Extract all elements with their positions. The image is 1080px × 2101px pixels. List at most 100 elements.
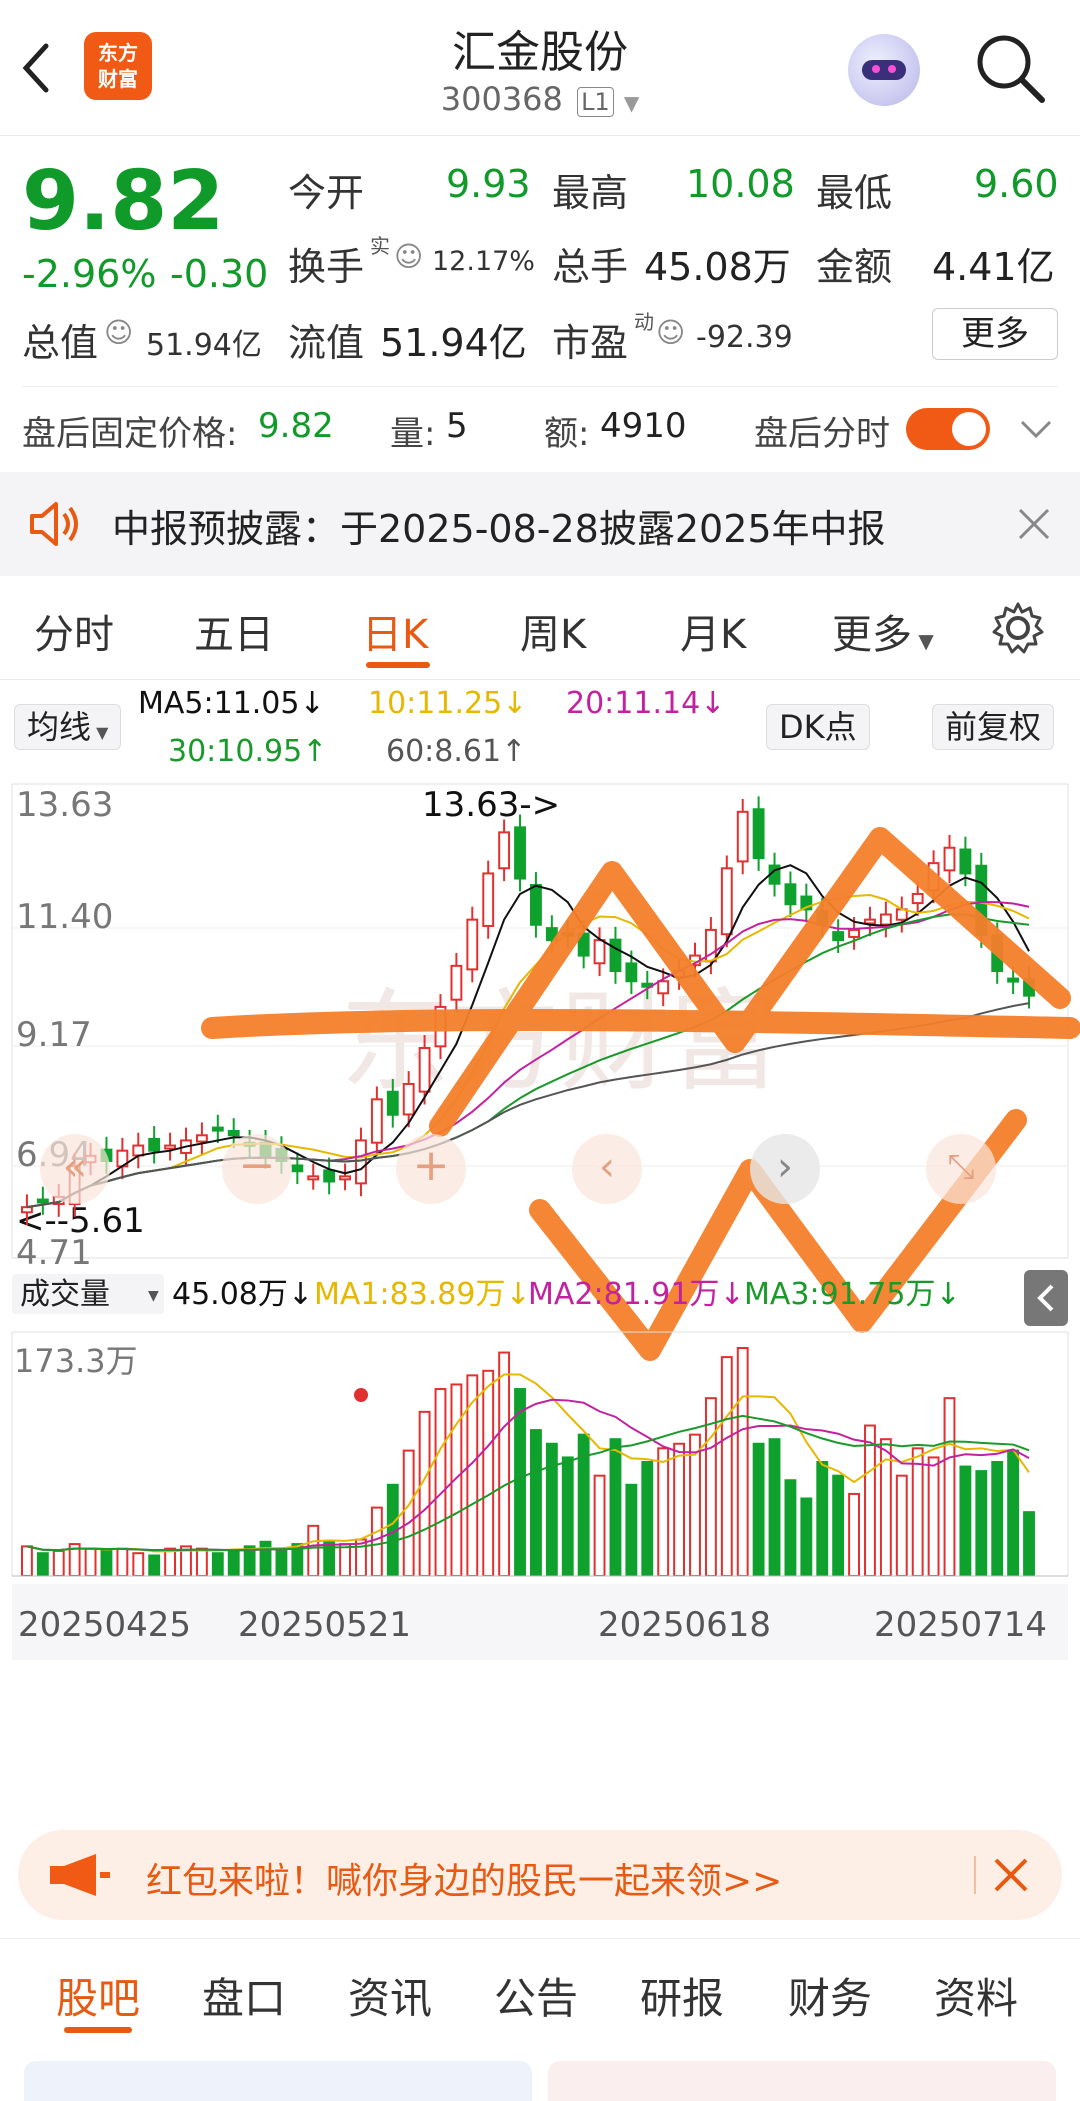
candle-body (291, 1164, 304, 1173)
volume-bar (116, 1547, 129, 1578)
low-value: 9.60 (974, 162, 1059, 206)
tab-announcements[interactable]: 公告 (494, 1965, 578, 2026)
volume-bar (673, 1442, 686, 1578)
volume-bar (402, 1449, 415, 1577)
candle-body (720, 867, 733, 936)
post-card[interactable] (24, 2061, 532, 2101)
volume-bar (943, 1397, 956, 1577)
search-icon[interactable] (972, 30, 1048, 106)
after-hours-toggle[interactable] (906, 408, 990, 450)
volume-bar (259, 1540, 272, 1577)
info-icon[interactable]: ☺ (656, 316, 685, 349)
robot-assistant-icon[interactable] (848, 34, 920, 106)
volume-bar (561, 1456, 574, 1577)
speaker-icon (30, 502, 78, 546)
volume-bar (784, 1479, 797, 1577)
current-price: 9.82 (22, 154, 225, 249)
candle-body (864, 918, 876, 925)
volume-bar (195, 1547, 208, 1578)
zoom-out-button[interactable]: − (222, 1134, 292, 1204)
chevron-down-icon[interactable] (1018, 414, 1054, 444)
vol-ma1-line (26, 1373, 1030, 1553)
date-label-1: 20250521 (238, 1605, 411, 1645)
candle-body (736, 810, 749, 863)
tab-intraday[interactable]: 分时 (34, 602, 114, 660)
ma-select-label: 均线 (27, 708, 92, 746)
info-icon[interactable]: ☺ (394, 240, 423, 273)
volume-bar (498, 1351, 511, 1577)
notice-text: 中报预披露：于2025-08-28披露2025年中报 (112, 507, 886, 551)
volume-bar (657, 1447, 670, 1578)
collapse-panel-button[interactable] (1024, 1270, 1068, 1326)
scroll-back-button[interactable]: « (40, 1134, 110, 1204)
tab-five-day[interactable]: 五日 (194, 602, 274, 660)
candle-body (227, 1129, 240, 1137)
post-card[interactable] (548, 2061, 1056, 2101)
volume-bar (21, 1545, 33, 1577)
active-tab-indicator (366, 662, 430, 668)
tab-monthly-k[interactable]: 月K (680, 602, 746, 660)
ma-select[interactable]: 均线 ▼ (14, 704, 122, 750)
zoom-in-button[interactable]: + (396, 1134, 466, 1204)
dk-point-button[interactable]: DK点 (766, 704, 870, 750)
min-price-label: <--5.61 (16, 1201, 145, 1241)
candle-body (339, 1175, 351, 1181)
volume-ma-lines (26, 1373, 1030, 1553)
volume-bar (959, 1465, 972, 1577)
tab-news[interactable]: 资讯 (348, 1965, 432, 2026)
vol-ma2: MA2:81.91万↓ (528, 1277, 745, 1312)
volume-bar (1023, 1511, 1035, 1577)
kline-chart[interactable]: 东方财富 13.63 11.40 9.17 6.94 4.71 13.63-> … (0, 780, 1080, 1810)
turnover-value: 12.17% (432, 246, 535, 277)
tab-weekly-k[interactable]: 周K (520, 602, 586, 660)
caret-down-icon: ▼ (912, 629, 934, 653)
kline-chart-area[interactable]: 东方财富 13.63 11.40 9.17 6.94 4.71 13.63-> … (0, 780, 1080, 1810)
tab-guba[interactable]: 股吧 (56, 1965, 140, 2026)
high-label: 最高 (552, 171, 629, 215)
candle-body (355, 1139, 367, 1185)
volume-bar (752, 1442, 765, 1578)
candle-body (148, 1137, 161, 1152)
close-icon[interactable] (1016, 506, 1052, 542)
volume-bar (307, 1524, 320, 1578)
volume-bar (275, 1547, 288, 1578)
after-amt-label: 额: (544, 414, 590, 454)
amount-value: 4.41亿 (932, 245, 1055, 289)
next-button[interactable]: › (750, 1134, 820, 1204)
tab-more[interactable]: 更多 ▼ (832, 602, 934, 660)
vol-ma3-line (26, 1414, 1030, 1552)
stock-code-row[interactable]: 300368 L1 ▼ (0, 80, 1080, 118)
candle-body (752, 808, 765, 860)
close-icon[interactable] (992, 1856, 1032, 1896)
info-icon[interactable]: ☺ (104, 316, 133, 349)
candle-body (195, 1134, 208, 1143)
volume-bar (768, 1438, 781, 1578)
candle-body (466, 918, 479, 971)
notice-bar[interactable]: 中报预披露：于2025-08-28披露2025年中报 (0, 472, 1080, 576)
open-label: 今开 (288, 171, 365, 215)
tab-daily-k[interactable]: 日K (362, 602, 428, 660)
candle-body (657, 980, 670, 995)
tab-profile[interactable]: 资料 (934, 1965, 1018, 2026)
settings-gear-icon[interactable] (988, 598, 1048, 658)
red-packet-banner[interactable]: 红包来啦！喊你身边的股民一起来领>> (18, 1830, 1062, 1920)
candle-body (514, 826, 526, 880)
candle-body (450, 964, 463, 1001)
more-button[interactable]: 更多 (932, 308, 1058, 360)
volume-bar (848, 1492, 860, 1577)
active-tab-indicator (64, 2027, 132, 2033)
after-vol: 5 (446, 406, 468, 446)
float-label: 流值 (288, 321, 365, 365)
turnover-sup: 实 (370, 234, 390, 258)
volume-bar (227, 1549, 240, 1577)
tab-pankou[interactable]: 盘口 (202, 1965, 286, 2026)
tab-research[interactable]: 研报 (640, 1965, 724, 2026)
after-vol-label: 量: (390, 414, 436, 454)
forward-adjust-button[interactable]: 前复权 (932, 704, 1055, 750)
period-tabs: 分时 五日 日K 周K 月K 更多 ▼ (0, 576, 1080, 680)
tab-finance[interactable]: 财务 (788, 1965, 872, 2026)
prev-button[interactable]: ‹ (572, 1134, 642, 1204)
pe-value: -92.39 (696, 320, 793, 355)
fullscreen-button[interactable]: ⤡ (926, 1134, 996, 1204)
change-value: -0.30 (170, 252, 269, 296)
